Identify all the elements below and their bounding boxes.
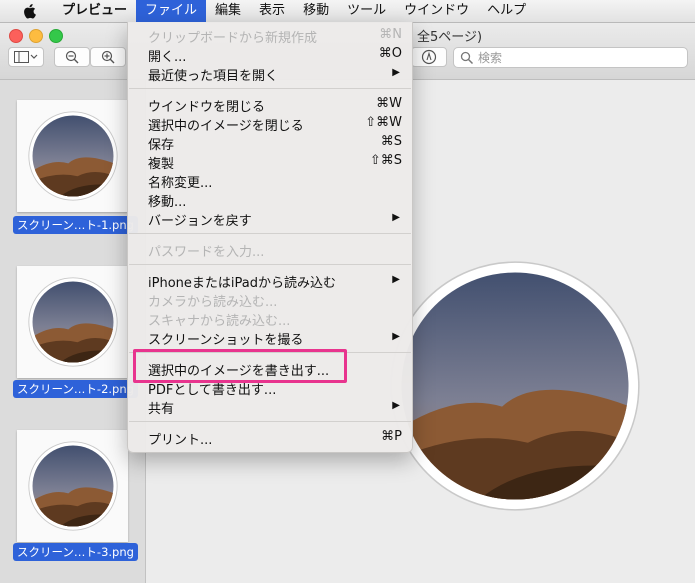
menu-item-label: 名称変更... [148, 176, 213, 191]
menu-item-label: スキャナから読み込む... [148, 314, 291, 329]
menu-item-label: ウインドウを閉じる [148, 100, 266, 115]
mojave-image-icon [27, 441, 118, 531]
menu-item-shortcut: ⌘O [378, 46, 402, 61]
menu-item-duplicate[interactable]: 複製 ⇧⌘S [128, 152, 412, 172]
zoom-in-icon [101, 50, 115, 64]
menu-item-label: スクリーンショットを撮る [148, 333, 304, 348]
sidebar-toggle-button[interactable] [8, 47, 44, 67]
submenu-arrow-icon: ▶ [392, 67, 400, 78]
markup-button[interactable] [411, 47, 447, 67]
menu-item-label: パスワードを入力... [148, 245, 265, 260]
zoom-out-button[interactable] [54, 47, 90, 67]
file-menu-dropdown: クリップボードから新規作成 ⌘N 開く... ⌘O 最近使った項目を開く ▶ ウ… [127, 22, 413, 453]
menu-item-share[interactable]: 共有 ▶ [128, 397, 412, 417]
menu-item-open-recent[interactable]: 最近使った項目を開く ▶ [128, 64, 412, 84]
menu-tools[interactable]: ツール [338, 0, 395, 22]
menu-item-open[interactable]: 開く... ⌘O [128, 45, 412, 65]
search-field[interactable]: 検索 [453, 47, 688, 68]
submenu-arrow-icon: ▶ [392, 331, 400, 342]
menu-item-label: 最近使った項目を開く [148, 69, 279, 84]
markup-pen-icon [421, 49, 437, 65]
menu-separator [129, 421, 411, 422]
menu-app-name[interactable]: プレビュー [50, 0, 136, 22]
menu-separator [129, 264, 411, 265]
menu-item-label: 共有 [148, 402, 175, 417]
thumbnail-2[interactable] [17, 266, 128, 378]
menu-item-print[interactable]: プリント... ⌘P [128, 428, 412, 448]
menu-item-label: iPhoneまたはiPadから読み込む [148, 276, 336, 291]
menu-view[interactable]: 表示 [250, 0, 294, 22]
menu-item-label: 開く... [148, 50, 187, 65]
menu-item-label: 移動... [148, 195, 187, 210]
highlight-frame [133, 349, 347, 383]
menu-item-label: クリップボードから新規作成 [148, 31, 318, 46]
menu-go[interactable]: 移動 [294, 0, 338, 22]
close-window-button[interactable] [9, 29, 23, 43]
menu-item-take-screenshot[interactable]: スクリーンショットを撮る ▶ [128, 328, 412, 348]
thumbnail-3[interactable] [17, 430, 128, 542]
menu-help[interactable]: ヘルプ [478, 0, 535, 22]
menu-item-label: カメラから読み込む... [148, 295, 278, 310]
menu-bar: プレビュー ファイル 編集 表示 移動 ツール ウインドウ ヘルプ [0, 0, 695, 23]
menu-item-import-from-iphone[interactable]: iPhoneまたはiPadから読み込む ▶ [128, 271, 412, 291]
menu-item-import-from-scanner[interactable]: スキャナから読み込む... [128, 309, 412, 329]
window-title: 全5ページ) [417, 30, 483, 45]
menu-item-shortcut: ⇧⌘S [369, 153, 402, 168]
thumbnail-label-1[interactable]: スクリーン…ト-1.png [13, 216, 138, 234]
thumbnail-label-2[interactable]: スクリーン…ト-2.png [13, 380, 138, 398]
mojave-image-icon [27, 111, 118, 201]
menu-edit[interactable]: 編集 [206, 0, 250, 22]
menu-item-shortcut: ⌘P [381, 429, 402, 444]
menu-item-enter-password[interactable]: パスワードを入力... [128, 240, 412, 260]
menu-item-close-window[interactable]: ウインドウを閉じる ⌘W [128, 95, 412, 115]
menu-item-revert-to[interactable]: バージョンを戻す ▶ [128, 209, 412, 229]
menu-item-save[interactable]: 保存 ⌘S [128, 133, 412, 153]
submenu-arrow-icon: ▶ [392, 400, 400, 411]
menu-item-label: プリント... [148, 433, 213, 448]
menu-item-new-from-clipboard[interactable]: クリップボードから新規作成 ⌘N [128, 26, 412, 46]
zoom-window-button[interactable] [49, 29, 63, 43]
menu-item-shortcut: ⌘N [379, 27, 402, 42]
menu-file[interactable]: ファイル [136, 0, 207, 22]
menu-item-rename[interactable]: 名称変更... [128, 171, 412, 191]
mojave-image-icon [27, 277, 118, 367]
menu-item-shortcut: ⇧⌘W [365, 115, 402, 130]
menu-window[interactable]: ウインドウ [395, 0, 478, 22]
search-placeholder: 検索 [478, 51, 503, 65]
menu-item-shortcut: ⌘W [376, 96, 402, 111]
submenu-arrow-icon: ▶ [392, 274, 400, 285]
thumbnail-label-3[interactable]: スクリーン…ト-3.png [13, 543, 138, 561]
menu-item-label: 選択中のイメージを閉じる [148, 119, 304, 134]
mojave-image-icon [390, 261, 640, 511]
menu-item-import-from-camera[interactable]: カメラから読み込む... [128, 290, 412, 310]
thumbnail-1[interactable] [17, 100, 128, 212]
menu-item-label: バージョンを戻す [148, 214, 252, 229]
menu-item-close-selected-image[interactable]: 選択中のイメージを閉じる ⇧⌘W [128, 114, 412, 134]
menu-item-shortcut: ⌘S [380, 134, 402, 149]
zoom-in-button[interactable] [90, 47, 126, 67]
search-icon [460, 51, 474, 64]
menu-item-move[interactable]: 移動... [128, 190, 412, 210]
submenu-arrow-icon: ▶ [392, 212, 400, 223]
menu-item-label: 保存 [148, 138, 175, 153]
thumbnail-sidebar: スクリーン…ト-1.png スクリーン…ト-2.png スクリーン…ト-3.pn… [0, 80, 146, 583]
sidebar-icon [14, 51, 38, 63]
zoom-out-icon [65, 50, 79, 64]
minimize-window-button[interactable] [29, 29, 43, 43]
menu-separator [129, 88, 411, 89]
menu-item-label: 複製 [148, 157, 175, 172]
apple-logo-icon[interactable] [22, 3, 36, 19]
menu-separator [129, 233, 411, 234]
